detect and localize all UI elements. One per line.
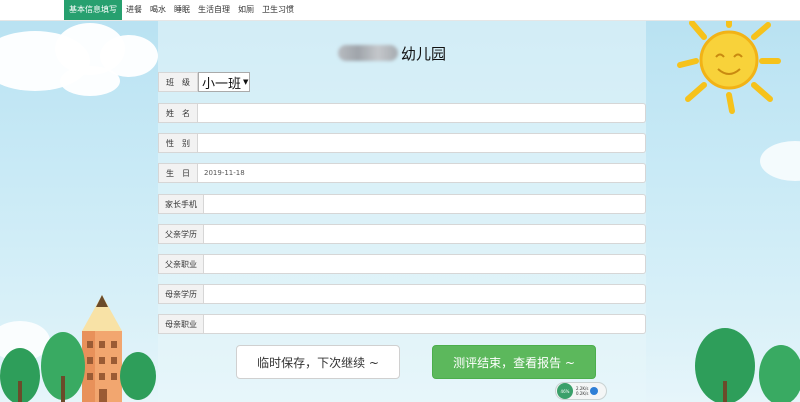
tab-hygiene[interactable]: 卫生习惯 (258, 0, 298, 20)
network-monitor-widget[interactable]: 46% 2.2K/s 0.2K/s (555, 382, 607, 400)
mother-edu-input[interactable] (204, 284, 646, 304)
father-job-label: 父亲职业 (158, 254, 204, 274)
tab-drinking[interactable]: 喝水 (146, 0, 170, 20)
net-percent: 46% (557, 383, 573, 399)
class-row: 班级 小一班 ▼ (158, 72, 646, 92)
class-select-value: 小一班 (202, 76, 242, 92)
gender-label: 性别 (158, 133, 198, 153)
father-edu-input[interactable] (204, 224, 646, 244)
net-down-rate: 0.2K/s (576, 391, 589, 396)
mother-job-row: 母亲职业 (158, 314, 646, 334)
finish-view-report-button[interactable]: 测评结束，查看报告 ~ (432, 345, 596, 379)
tab-eating[interactable]: 进餐 (122, 0, 146, 20)
tree-icon (759, 345, 800, 402)
parent-phone-input[interactable] (204, 194, 646, 214)
father-edu-row: 父亲学历 (158, 224, 646, 244)
class-select[interactable]: 小一班 ▼ (198, 72, 250, 92)
kindergarten-title: 幼儿园 (338, 41, 446, 65)
mother-edu-label: 母亲学历 (158, 284, 204, 304)
mother-job-label: 母亲职业 (158, 314, 204, 334)
tree-icon (695, 328, 755, 402)
tree-icon (41, 332, 85, 402)
father-job-row: 父亲职业 (158, 254, 646, 274)
chevron-down-icon: ▼ (243, 78, 249, 86)
blurred-name (338, 45, 398, 61)
tree-icon (120, 352, 156, 400)
parent-phone-row: 家长手机 (158, 194, 646, 214)
net-rates: 2.2K/s 0.2K/s (576, 386, 588, 396)
class-label: 班级 (158, 72, 198, 92)
tab-self-care[interactable]: 生活自理 (194, 0, 234, 20)
sun-icon (677, 21, 781, 114)
tab-toilet[interactable]: 如厕 (234, 0, 258, 20)
tab-basic-info[interactable]: 基本信息填写 (64, 0, 122, 20)
name-label: 姓名 (158, 103, 198, 123)
gender-row: 性别 (158, 133, 646, 153)
name-row: 姓名 (158, 103, 646, 123)
cloud-icon (60, 66, 120, 96)
parent-phone-label: 家长手机 (158, 194, 204, 214)
name-input[interactable] (198, 103, 646, 123)
birthday-input[interactable]: 2019-11-18 (198, 163, 646, 183)
cloud-icon (760, 141, 800, 181)
save-draft-button[interactable]: 临时保存，下次继续 ~ (236, 345, 400, 379)
mother-edu-row: 母亲学历 (158, 284, 646, 304)
birthday-label: 生日 (158, 163, 198, 183)
tab-sleep[interactable]: 睡眠 (170, 0, 194, 20)
top-nav: 基本信息填写 进餐 喝水 睡眠 生活自理 如厕 卫生习惯 (0, 0, 800, 21)
net-status-icon (590, 387, 599, 395)
kindergarten-suffix: 幼儿园 (401, 44, 447, 63)
gender-input[interactable] (198, 133, 646, 153)
father-job-input[interactable] (204, 254, 646, 274)
father-edu-label: 父亲学历 (158, 224, 204, 244)
mother-job-input[interactable] (204, 314, 646, 334)
birthday-row: 生日 2019-11-18 (158, 163, 646, 183)
